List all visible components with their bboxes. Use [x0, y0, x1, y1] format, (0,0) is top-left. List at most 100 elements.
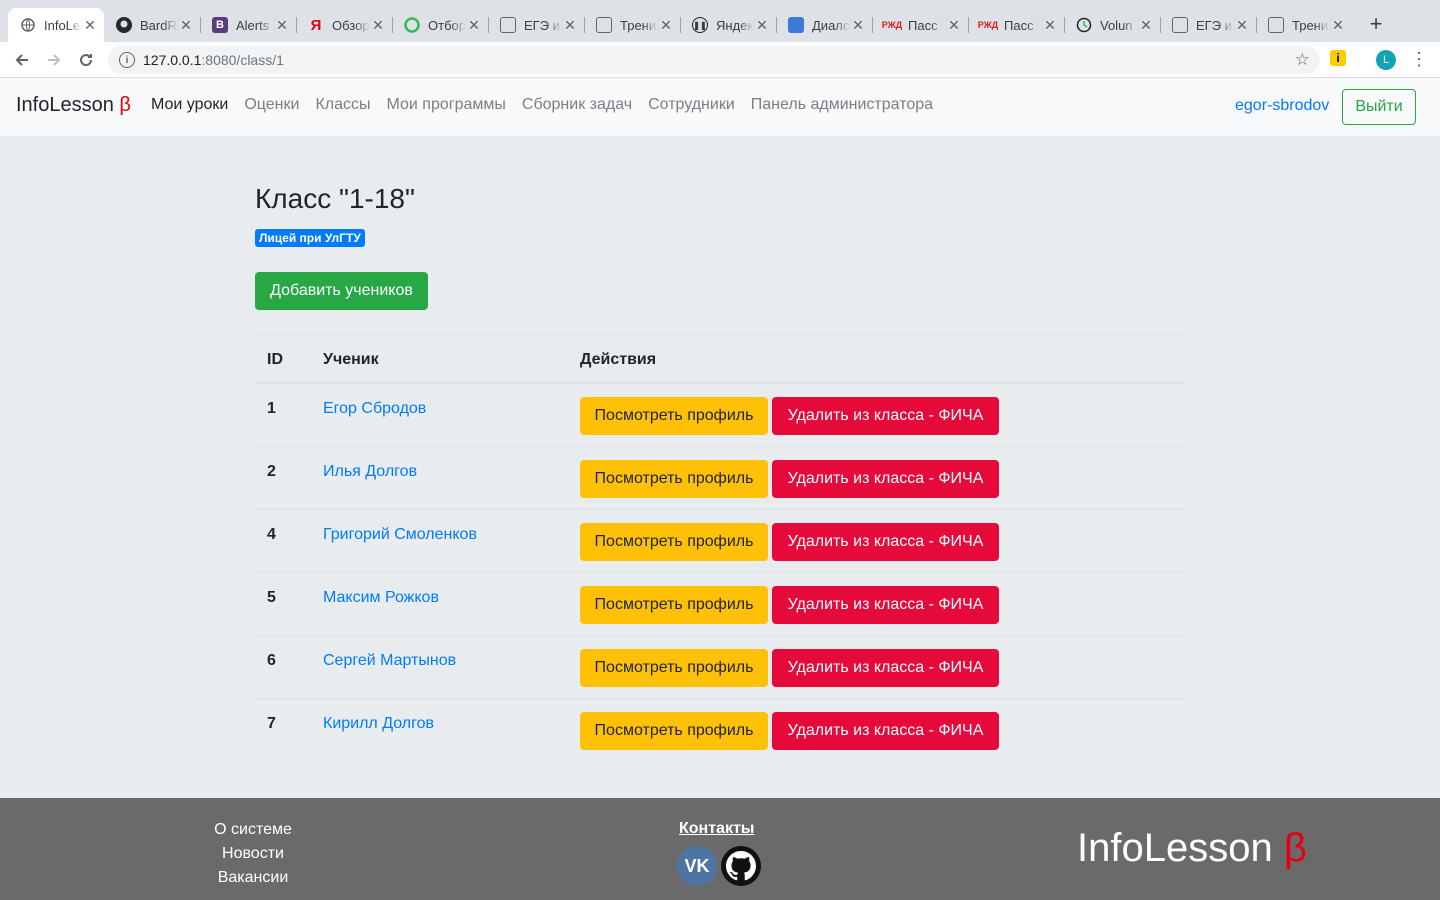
site-footer: О системе Новости Вакансии Контакты VK I… — [0, 798, 1440, 900]
remove-from-class-button[interactable]: Удалить из класса - ФИЧА — [772, 460, 999, 498]
tab-rzd-1[interactable]: РЖД Пасс ✕ — [872, 8, 968, 42]
close-icon[interactable]: ✕ — [178, 17, 194, 34]
student-name-link[interactable]: Сергей Мартынов — [323, 652, 456, 670]
reload-icon[interactable] — [74, 48, 98, 72]
tab-label: Трени — [1292, 17, 1329, 33]
nav-classes[interactable]: Классы — [315, 96, 370, 114]
tab-github[interactable]: BardRoll ✕ — [104, 8, 200, 42]
view-profile-button[interactable]: Посмотреть профиль — [580, 712, 768, 750]
footer-link-news[interactable]: Новости — [193, 844, 313, 868]
close-icon[interactable]: ✕ — [1330, 17, 1346, 34]
info-icon[interactable]: i — [119, 52, 135, 68]
remove-from-class-button[interactable]: Удалить из класса - ФИЧА — [772, 712, 999, 750]
close-icon[interactable]: ✕ — [274, 17, 290, 34]
tab-label: ЕГЭ и — [1196, 17, 1232, 33]
browser-chrome: InfoLesson ✕ BardRoll ✕ B Alerts ✕ Я Обз… — [0, 0, 1440, 78]
tab-label: Пасс — [908, 17, 938, 33]
nav-grades[interactable]: Оценки — [244, 96, 299, 114]
student-id: 6 — [267, 652, 276, 669]
extension-icon[interactable]: i — [1330, 50, 1346, 66]
tab-yandex-review[interactable]: Я Обзор ✕ — [296, 8, 392, 42]
student-name-link[interactable]: Илья Долгов — [323, 463, 417, 481]
close-icon[interactable]: ✕ — [1042, 17, 1058, 34]
bookmark-star-icon[interactable]: ☆ — [1295, 50, 1310, 70]
tab-ege-2[interactable]: ЕГЭ и ✕ — [1160, 8, 1256, 42]
student-id: 5 — [267, 589, 276, 606]
close-icon[interactable]: ✕ — [1234, 17, 1250, 34]
close-icon[interactable]: ✕ — [658, 17, 674, 34]
nav-task-collection[interactable]: Сборник задач — [522, 96, 632, 114]
github-icon[interactable] — [721, 846, 761, 886]
tab-training-1[interactable]: Трени ✕ — [584, 8, 680, 42]
more-menu-icon[interactable]: ⋮ — [1410, 48, 1428, 70]
table-row: 2 Илья Долгов Посмотреть профиль Удалить… — [255, 447, 1184, 510]
close-icon[interactable]: ✕ — [466, 17, 482, 34]
close-icon[interactable]: ✕ — [370, 17, 386, 34]
nav-my-programs[interactable]: Мои программы — [387, 96, 506, 114]
tab-training-2[interactable]: Трени ✕ — [1256, 8, 1352, 42]
view-profile-button[interactable]: Посмотреть профиль — [580, 649, 768, 687]
header-student: Ученик — [323, 351, 379, 368]
view-profile-button[interactable]: Посмотреть профиль — [580, 523, 768, 561]
tab-dialogs[interactable]: Диалоги ✕ — [776, 8, 872, 42]
students-table: ID Ученик Действия 1 Егор Сбродов Посмот… — [255, 334, 1184, 762]
url-host: 127.0.0.1 — [143, 52, 202, 68]
table-row: 4 Григорий Смоленков Посмотреть профиль … — [255, 510, 1184, 573]
remove-from-class-button[interactable]: Удалить из класса - ФИЧА — [772, 649, 999, 687]
brand-logo[interactable]: InfoLesson β — [16, 94, 131, 117]
remove-from-class-button[interactable]: Удалить из класса - ФИЧА — [772, 397, 999, 435]
close-icon[interactable]: ✕ — [754, 17, 770, 34]
new-tab-button[interactable]: + — [1364, 12, 1388, 36]
address-bar[interactable]: i 127.0.0.1:8080/class/1 ☆ — [108, 46, 1320, 74]
student-name-link[interactable]: Максим Рожков — [323, 589, 439, 607]
close-icon[interactable]: ✕ — [82, 17, 98, 34]
view-profile-button[interactable]: Посмотреть профиль — [580, 586, 768, 624]
footer-brand-logo: InfoLesson β — [1077, 826, 1307, 871]
tab-volunteer[interactable]: Volun ✕ — [1064, 8, 1160, 42]
yandex-icon: Я — [310, 16, 322, 34]
beta-mark: β — [119, 94, 131, 116]
back-arrow-icon[interactable] — [10, 48, 34, 72]
close-icon[interactable]: ✕ — [562, 17, 578, 34]
vk-icon[interactable]: VK — [677, 846, 717, 886]
site-navbar: InfoLesson β Мои уроки Оценки Классы Мои… — [0, 78, 1440, 136]
nav-links: Мои уроки Оценки Классы Мои программы Сб… — [151, 96, 949, 114]
tab-label: Alerts — [236, 17, 270, 33]
student-name-link[interactable]: Кирилл Долгов — [323, 715, 434, 733]
profile-avatar[interactable]: L — [1376, 50, 1396, 70]
bootstrap-icon: B — [212, 17, 228, 33]
view-profile-button[interactable]: Посмотреть профиль — [580, 397, 768, 435]
remove-from-class-button[interactable]: Удалить из класса - ФИЧА — [772, 586, 999, 624]
student-name-link[interactable]: Егор Сбродов — [323, 400, 426, 418]
tab-label: Volun — [1100, 17, 1133, 33]
tab-rzd-2[interactable]: РЖД Пасс ✕ — [968, 8, 1064, 42]
header-actions: Действия — [580, 351, 657, 368]
footer-link-vacancies[interactable]: Вакансии — [193, 868, 313, 892]
username-link[interactable]: egor-sbrodov — [1235, 97, 1329, 115]
table-row: 6 Сергей Мартынов Посмотреть профиль Уда… — [255, 636, 1184, 699]
page-title: Класс "1-18" — [255, 183, 415, 214]
chat-icon — [788, 17, 804, 33]
logout-button[interactable]: Выйти — [1342, 89, 1416, 125]
tab-selection[interactable]: Отбор ✕ — [392, 8, 488, 42]
footer-link-about[interactable]: О системе — [193, 820, 313, 844]
student-name-link[interactable]: Григорий Смоленков — [323, 526, 477, 544]
remove-from-class-button[interactable]: Удалить из класса - ФИЧА — [772, 523, 999, 561]
close-icon[interactable]: ✕ — [850, 17, 866, 34]
forward-arrow-icon[interactable] — [42, 48, 66, 72]
tab-alerts[interactable]: B Alerts ✕ — [200, 8, 296, 42]
tab-infolesson[interactable]: InfoLesson ✕ — [8, 8, 104, 42]
pause-icon: ❚❚ — [692, 17, 708, 33]
view-profile-button[interactable]: Посмотреть профиль — [580, 460, 768, 498]
close-icon[interactable]: ✕ — [1138, 17, 1154, 34]
close-icon[interactable]: ✕ — [946, 17, 962, 34]
nav-my-lessons[interactable]: Мои уроки — [151, 96, 228, 114]
tab-yandex-music[interactable]: ❚❚ Яндекс ✕ — [680, 8, 776, 42]
rzd-icon: РЖД — [977, 20, 999, 30]
nav-staff[interactable]: Сотрудники — [648, 96, 735, 114]
nav-admin-panel[interactable]: Панель администратора — [751, 96, 933, 114]
tab-ege-1[interactable]: ЕГЭ и ✕ — [488, 8, 584, 42]
add-students-button[interactable]: Добавить учеников — [255, 272, 428, 310]
tab-label: Трени — [620, 17, 657, 33]
footer-contacts-link[interactable]: Контакты — [679, 820, 754, 838]
